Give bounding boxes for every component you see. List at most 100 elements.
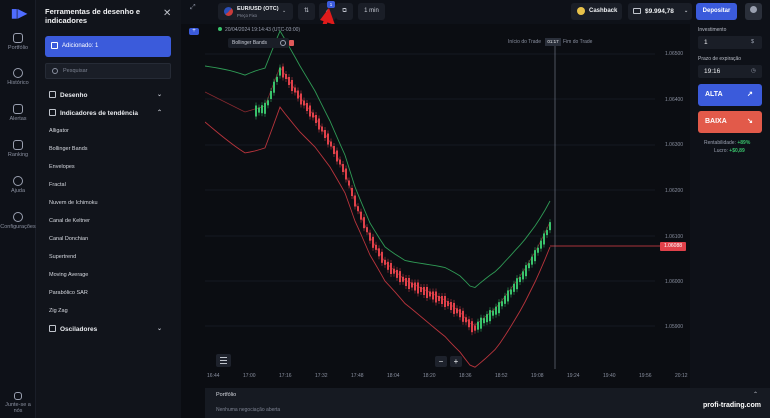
candle — [309, 105, 311, 117]
candle — [543, 233, 545, 245]
trend-icon — [49, 109, 56, 116]
sell-down-label: BAIXA — [705, 118, 727, 125]
candle — [351, 188, 353, 196]
candle — [372, 236, 374, 248]
indicator-item[interactable]: Parabólico SAR — [49, 290, 88, 296]
candle — [537, 247, 539, 253]
search-input[interactable]: Pesquisar — [45, 63, 171, 79]
candle — [513, 283, 515, 292]
briefcase-icon — [13, 33, 23, 43]
chart-area[interactable] — [204, 24, 690, 388]
chart-datetime-text: 20/04/2024 19:14:43 (UTC-03:00) — [225, 27, 301, 33]
add-button[interactable]: + — [189, 28, 199, 35]
indicator-item[interactable]: Alligator — [49, 128, 69, 134]
indicator-item[interactable]: Envelopes — [49, 164, 75, 170]
search-icon — [52, 68, 58, 74]
time-label: 17:32 — [315, 373, 328, 379]
panel-title: Ferramentas de desenho e indicadores — [45, 7, 141, 25]
candle — [483, 318, 485, 324]
rail-settings-label: Configurações — [0, 224, 36, 230]
buy-up-button[interactable]: ALTA ↗ — [698, 84, 762, 106]
delete-icon[interactable] — [289, 40, 294, 46]
cashback-label: Cashback — [589, 8, 618, 14]
indicator-item[interactable]: Bollinger Bands — [49, 146, 88, 152]
section-oscillators-label: Osciladores — [60, 326, 98, 333]
rail-history[interactable]: Histórico — [0, 68, 36, 86]
indicator-item[interactable]: Supertrend — [49, 254, 76, 260]
portfolio-bar[interactable]: Portfólio Nenhuma negociação aberta ⌃ — [205, 388, 770, 418]
profitability: Rentabilidade: +89% — [704, 140, 750, 146]
candle — [273, 81, 275, 93]
section-drawing[interactable]: Desenho ⌄ — [49, 91, 162, 99]
section-oscillators[interactable]: Osciladores ⌄ — [49, 325, 162, 333]
indicator-item[interactable]: Canal Donchian — [49, 236, 88, 242]
candle — [528, 263, 530, 269]
deposit-button[interactable]: Depositar — [696, 3, 737, 20]
close-icon[interactable]: ✕ — [163, 8, 171, 19]
rail-alerts-label: Alertas — [9, 116, 27, 122]
rail-help[interactable]: Ajuda — [0, 176, 36, 194]
chart-datetime: 20/04/2024 19:14:43 (UTC-03:00) — [218, 27, 300, 33]
rail-history-label: Histórico — [7, 80, 29, 86]
candle — [459, 309, 461, 318]
arrow-down-right-icon: ↘ — [747, 118, 753, 125]
timeframe-button[interactable]: 1 min — [358, 3, 385, 20]
arrow-up-right-icon: ↗ — [747, 91, 753, 98]
avatar[interactable] — [745, 3, 762, 20]
candle — [456, 308, 458, 314]
zoom-in-button[interactable]: + — [450, 356, 462, 367]
rail-portfolio[interactable]: Portfólio — [0, 33, 36, 51]
candle — [534, 250, 536, 262]
settings-icon — [13, 212, 23, 222]
watermark: profi-trading.com — [703, 402, 761, 409]
gear-icon[interactable] — [280, 40, 286, 46]
candle — [267, 100, 269, 106]
price-label: 1.06300 — [665, 142, 684, 148]
cashback-button[interactable]: Cashback — [571, 3, 622, 20]
section-trend-indicators[interactable]: Indicadores de tendência ⌃ — [49, 109, 162, 117]
rail-ranking[interactable]: Ranking — [0, 140, 36, 158]
sell-down-button[interactable]: BAIXA ↘ — [698, 111, 762, 133]
indicator-item[interactable]: Fractal — [49, 182, 66, 188]
indicator-item[interactable]: Zig Zag — [49, 308, 68, 314]
candle — [462, 310, 464, 322]
candle — [303, 100, 305, 106]
chart-settings-button[interactable] — [216, 354, 231, 367]
expand-icon[interactable]: ⤢ — [190, 4, 196, 12]
logo-icon[interactable]: ▮▶ — [11, 6, 27, 20]
candle — [294, 87, 296, 93]
candle — [417, 282, 419, 294]
indicator-item[interactable]: Canal de Keltner — [49, 218, 90, 224]
chevron-up-icon: ⌃ — [753, 392, 759, 398]
candle — [450, 302, 452, 310]
indicator-tag[interactable]: Bollinger Bands — [228, 38, 294, 48]
zoom-out-button[interactable]: − — [435, 356, 447, 367]
balance-selector[interactable]: $9.994,78 ⌄ — [628, 3, 692, 20]
expiry-input[interactable]: 19:16 ◷ — [698, 65, 762, 78]
pencil-icon — [49, 91, 56, 98]
currency-icon: $ — [751, 39, 755, 45]
candle — [261, 105, 263, 114]
chevron-down-icon: ⌄ — [684, 8, 689, 14]
candle — [354, 195, 356, 207]
candle — [393, 268, 395, 274]
time-label: 17:16 — [279, 373, 292, 379]
price-chart[interactable] — [204, 24, 690, 388]
candle — [468, 319, 470, 328]
search-placeholder: Pesquisar — [63, 68, 88, 74]
candle — [366, 227, 368, 233]
candle — [525, 265, 527, 277]
indicator-item[interactable]: Nuvem de Ichimoku — [49, 200, 98, 206]
candle — [255, 105, 257, 117]
investment-input[interactable]: 1 $ — [698, 36, 762, 49]
candle — [288, 77, 290, 85]
asset-selector[interactable]: EUR/USD (OTC) Preço Fixo ⌄ — [218, 3, 293, 20]
rail-join[interactable]: Junte-se a nós — [0, 392, 36, 414]
rail-alerts[interactable]: Alertas — [0, 104, 36, 122]
rail-settings[interactable]: Configurações — [0, 212, 36, 230]
candle — [546, 230, 548, 236]
indicator-item[interactable]: Moving Average — [49, 272, 88, 278]
added-indicators-button[interactable]: Adicionado: 1 — [45, 36, 171, 57]
candle — [363, 217, 365, 229]
trophy-icon — [13, 140, 23, 150]
